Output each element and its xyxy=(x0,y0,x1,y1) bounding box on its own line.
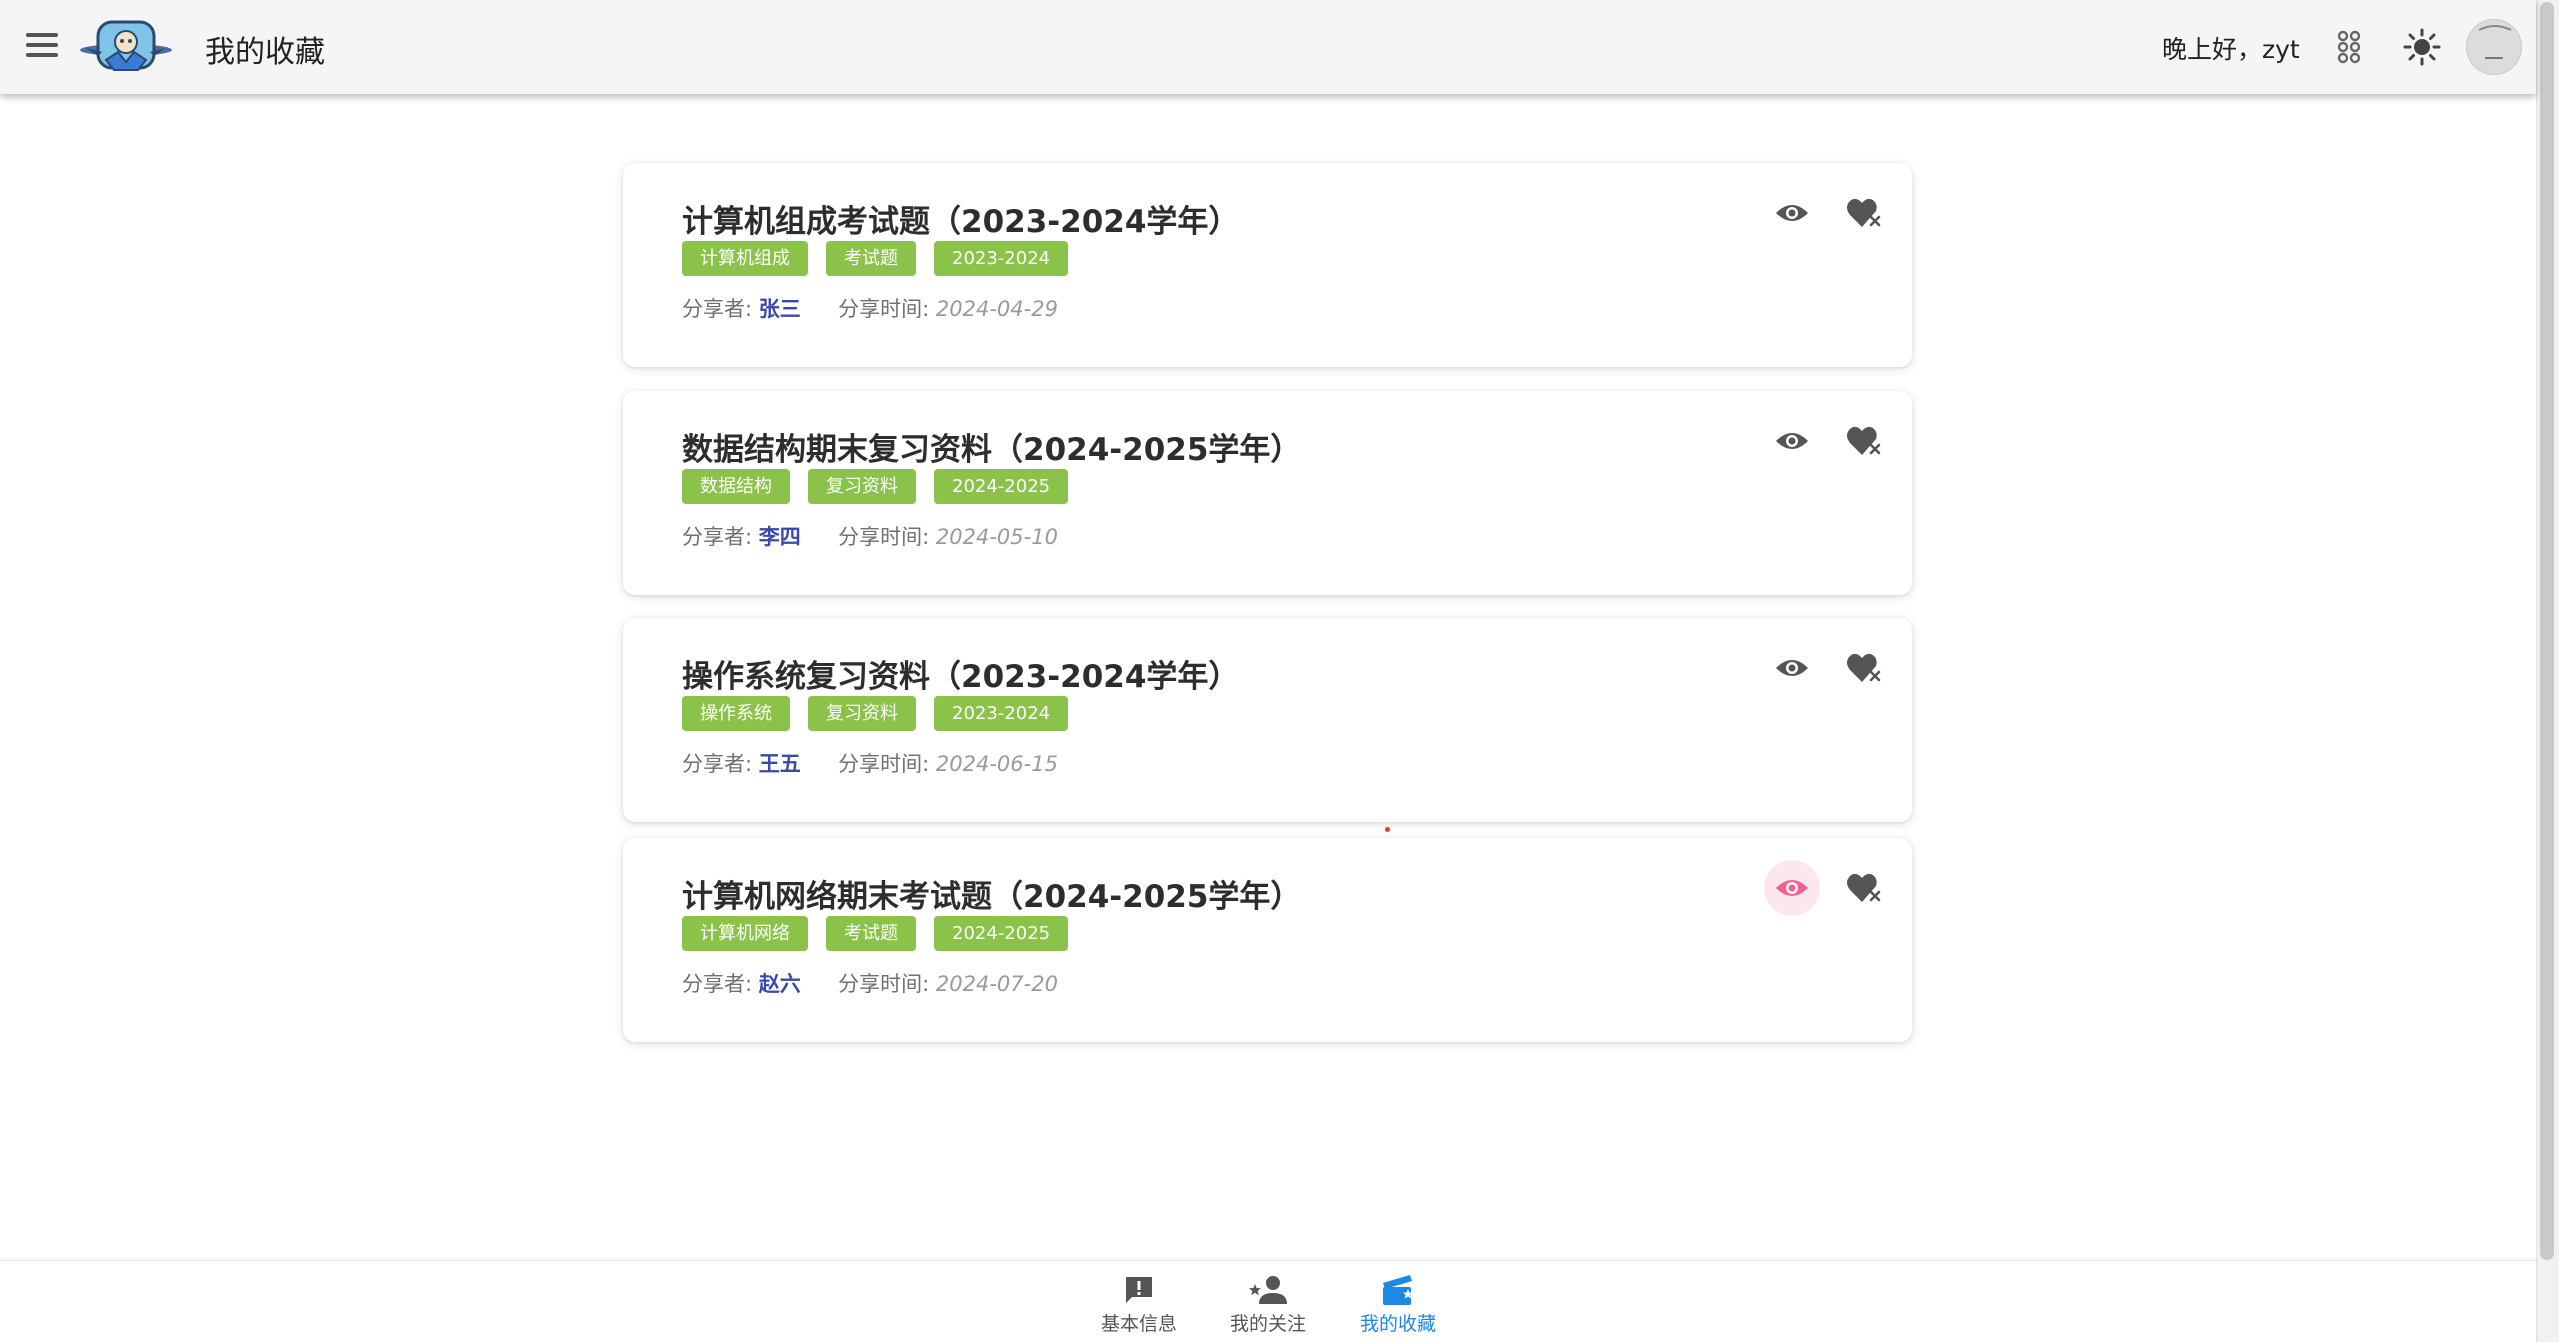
card-meta: 分享者: 王五 分享时间: 2024-06-15 xyxy=(682,748,1058,778)
heart-remove-icon xyxy=(1847,426,1881,455)
view-button[interactable] xyxy=(1764,640,1820,696)
tag-list: 操作系统 复习资料 2023-2024 xyxy=(682,696,1069,731)
sharer-name[interactable]: 李四 xyxy=(759,525,801,549)
follow-person-icon xyxy=(1249,1276,1287,1304)
tag[interactable]: 复习资料 xyxy=(808,469,916,504)
favorite-card[interactable]: 计算机网络期末考试题（2024-2025学年） 计算机网络 考试题 2024-2… xyxy=(623,838,1912,1042)
tag[interactable]: 2024-2025 xyxy=(934,916,1069,951)
view-button[interactable] xyxy=(1764,185,1820,241)
sharer-label: 分享者: xyxy=(682,525,753,549)
nav-my-follows[interactable]: 我的关注 xyxy=(1213,1273,1323,1337)
remove-favorite-button[interactable] xyxy=(1836,640,1892,696)
favorites-clapper-icon xyxy=(1383,1275,1413,1305)
plugin-icon[interactable] xyxy=(2324,22,2374,72)
page-title: 我的收藏 xyxy=(205,35,325,70)
greeting-text: 晚上好，zyt xyxy=(2162,35,2300,64)
nav-label: 我的收藏 xyxy=(1359,1313,1436,1335)
remove-favorite-button[interactable] xyxy=(1836,185,1892,241)
nav-label: 基本信息 xyxy=(1100,1313,1177,1335)
favorite-card[interactable]: 计算机组成考试题（2023-2024学年） 计算机组成 考试题 2023-202… xyxy=(623,163,1912,367)
eye-icon xyxy=(1776,880,1808,896)
scrollbar-thumb[interactable] xyxy=(2540,2,2554,1260)
favorite-card[interactable]: 操作系统复习资料（2023-2024学年） 操作系统 复习资料 2023-202… xyxy=(623,618,1912,822)
share-time: 2024-04-29 xyxy=(935,297,1058,321)
share-time-label: 分享时间: xyxy=(838,752,930,776)
heart-remove-icon xyxy=(1847,653,1881,682)
sharer-label: 分享者: xyxy=(682,297,753,321)
share-time-label: 分享时间: xyxy=(838,525,930,549)
view-button[interactable] xyxy=(1764,860,1820,916)
tag[interactable]: 2023-2024 xyxy=(934,696,1069,731)
eye-icon xyxy=(1776,205,1808,221)
card-title[interactable]: 计算机组成考试题（2023-2024学年） xyxy=(682,196,1239,241)
eye-icon xyxy=(1776,660,1808,676)
tag[interactable]: 考试题 xyxy=(826,916,916,951)
tag-list: 计算机组成 考试题 2023-2024 xyxy=(682,241,1069,276)
heart-remove-icon xyxy=(1847,873,1881,902)
remove-favorite-button[interactable] xyxy=(1836,413,1892,469)
share-time: 2024-07-20 xyxy=(935,972,1058,996)
brightness-icon[interactable] xyxy=(2397,22,2447,72)
share-time-label: 分享时间: xyxy=(838,297,930,321)
tag[interactable]: 2023-2024 xyxy=(934,241,1069,276)
share-time-label: 分享时间: xyxy=(838,972,930,996)
tag[interactable]: 复习资料 xyxy=(808,696,916,731)
card-title[interactable]: 数据结构期末复习资料（2024-2025学年） xyxy=(682,424,1301,469)
sharer-name[interactable]: 赵六 xyxy=(759,972,801,996)
nav-my-favorites[interactable]: 我的收藏 xyxy=(1343,1273,1453,1337)
app-logo[interactable] xyxy=(78,16,174,78)
tag[interactable]: 计算机网络 xyxy=(682,916,808,951)
card-meta: 分享者: 张三 分享时间: 2024-04-29 xyxy=(682,293,1058,323)
sharer-name[interactable]: 张三 xyxy=(759,297,801,321)
tag-list: 计算机网络 考试题 2024-2025 xyxy=(682,916,1069,951)
menu-icon[interactable] xyxy=(22,30,62,64)
sharer-label: 分享者: xyxy=(682,752,753,776)
favorite-card[interactable]: 数据结构期末复习资料（2024-2025学年） 数据结构 复习资料 2024-2… xyxy=(623,391,1912,595)
card-meta: 分享者: 李四 分享时间: 2024-05-10 xyxy=(682,521,1058,551)
tag[interactable]: 计算机组成 xyxy=(682,241,808,276)
nav-label: 我的关注 xyxy=(1229,1313,1306,1335)
nav-basic-info[interactable]: 基本信息 xyxy=(1084,1273,1194,1337)
share-time: 2024-06-15 xyxy=(935,752,1058,776)
view-button[interactable] xyxy=(1764,413,1820,469)
bottom-navigation: 基本信息 我的关注 我的收藏 xyxy=(0,1260,2536,1343)
share-time: 2024-05-10 xyxy=(935,525,1058,549)
card-meta: 分享者: 赵六 分享时间: 2024-07-20 xyxy=(682,968,1058,998)
cursor-dot xyxy=(1385,827,1390,832)
top-app-bar: 我的收藏 晚上好，zyt xyxy=(0,0,2536,94)
card-title[interactable]: 计算机网络期末考试题（2024-2025学年） xyxy=(682,871,1301,916)
card-title[interactable]: 操作系统复习资料（2023-2024学年） xyxy=(682,651,1239,696)
tag[interactable]: 2024-2025 xyxy=(934,469,1069,504)
sharer-name[interactable]: 王五 xyxy=(759,752,801,776)
tag[interactable]: 考试题 xyxy=(826,241,916,276)
heart-remove-icon xyxy=(1847,198,1881,227)
user-avatar[interactable] xyxy=(2466,19,2522,75)
tag-list: 数据结构 复习资料 2024-2025 xyxy=(682,469,1069,504)
feedback-icon xyxy=(1126,1277,1152,1303)
sharer-label: 分享者: xyxy=(682,972,753,996)
tag[interactable]: 操作系统 xyxy=(682,696,790,731)
remove-favorite-button[interactable] xyxy=(1836,860,1892,916)
eye-icon xyxy=(1776,433,1808,449)
tag[interactable]: 数据结构 xyxy=(682,469,790,504)
